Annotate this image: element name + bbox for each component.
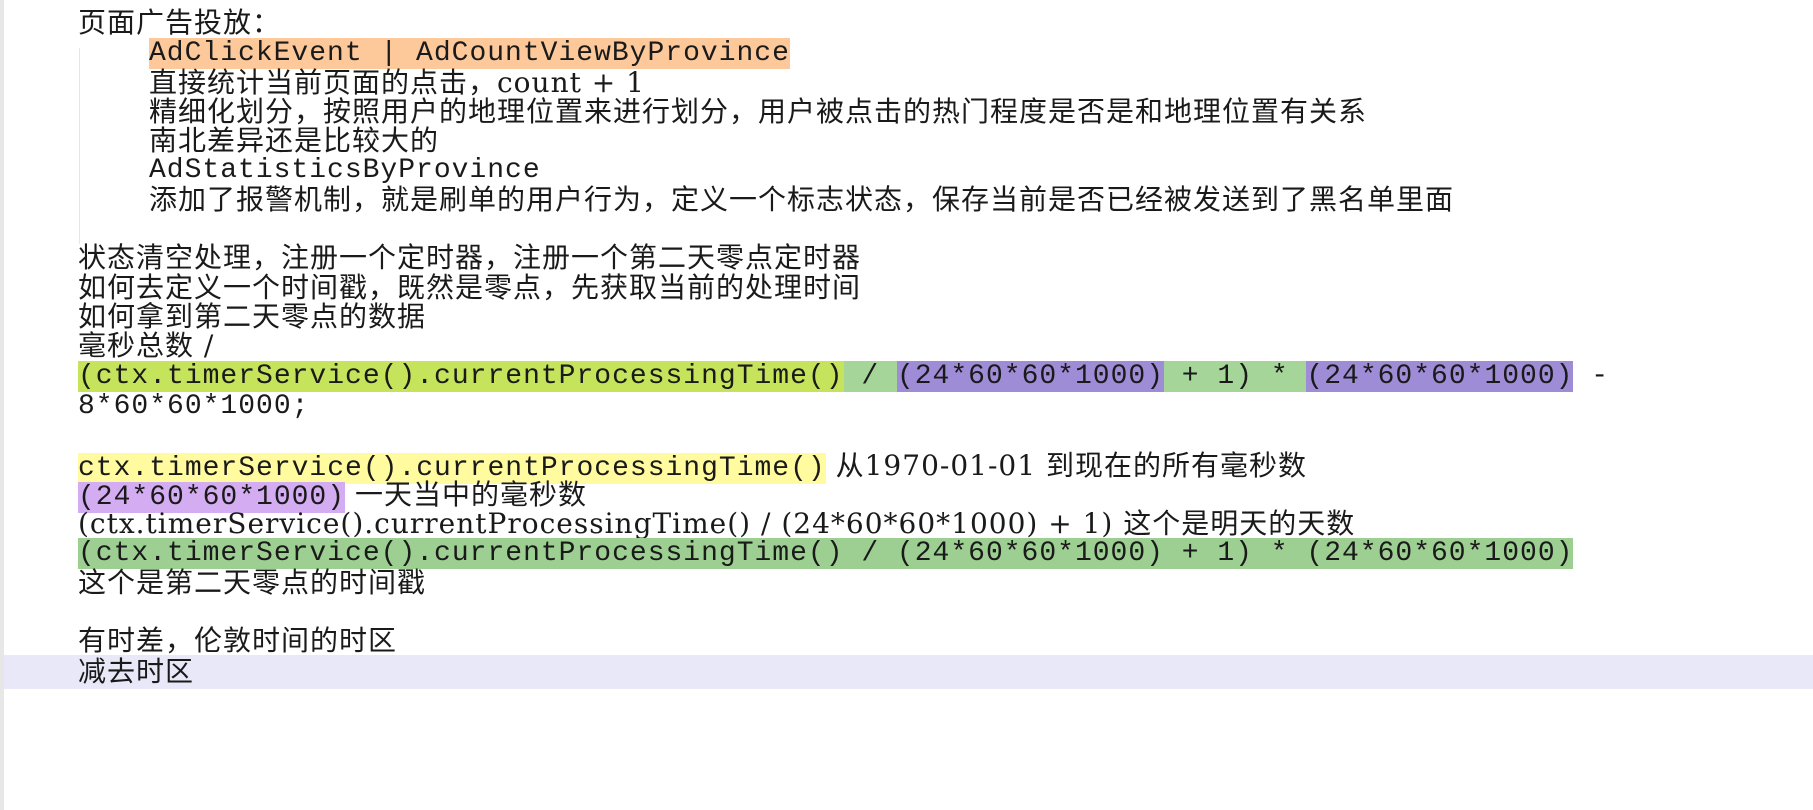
editor-line[interactable]: (ctx.timerService().currentProcessingTim… [0, 360, 1813, 394]
editor-line[interactable]: 状态清空处理，注册一个定时器，注册一个第二天零点定时器 [0, 241, 1813, 275]
editor-current-line[interactable]: 减去时区 [4, 655, 1813, 689]
highlight-day-millis: (24*60*60*1000) [896, 361, 1164, 392]
editor-line[interactable]: 南北差异还是比较大的 [0, 124, 1813, 158]
highlight-current-time: (ctx.timerService().currentProcessingTim… [78, 361, 844, 392]
line-text: 有时差，伦敦时间的时区 [78, 624, 398, 657]
line-text: 毫秒总数 / [78, 329, 215, 362]
line-text: 减去时区 [78, 655, 195, 688]
highlight-next-day-midnight: (ctx.timerService().currentProcessingTim… [78, 538, 1574, 569]
highlight-divide: / [843, 361, 897, 392]
highlight-day-millis: (24*60*60*1000) [1306, 361, 1574, 392]
line-text: - [1573, 361, 1610, 392]
editor-line[interactable]: 页面广告投放： [0, 6, 1813, 40]
line-text: 状态清空处理，注册一个定时器，注册一个第二天零点定时器 [78, 241, 862, 274]
editor-line[interactable]: (ctx.timerService().currentProcessingTim… [0, 507, 1813, 541]
highlighted-class-names: AdClickEvent | AdCountViewByProvince [149, 38, 790, 69]
editor-line[interactable] [0, 419, 1813, 453]
line-text: (ctx.timerService().currentProcessingTim… [78, 507, 1356, 540]
line-text: 页面广告投放： [78, 6, 282, 39]
editor-line[interactable]: 有时差，伦敦时间的时区 [0, 624, 1813, 658]
highlight-plus-one: + 1) * [1164, 361, 1307, 392]
text-editor[interactable]: 页面广告投放： AdClickEvent | AdCountViewByProv… [0, 0, 1813, 810]
line-text: 南北差异还是比较大的 [149, 124, 440, 157]
editor-line[interactable]: 毫秒总数 / [0, 329, 1813, 363]
